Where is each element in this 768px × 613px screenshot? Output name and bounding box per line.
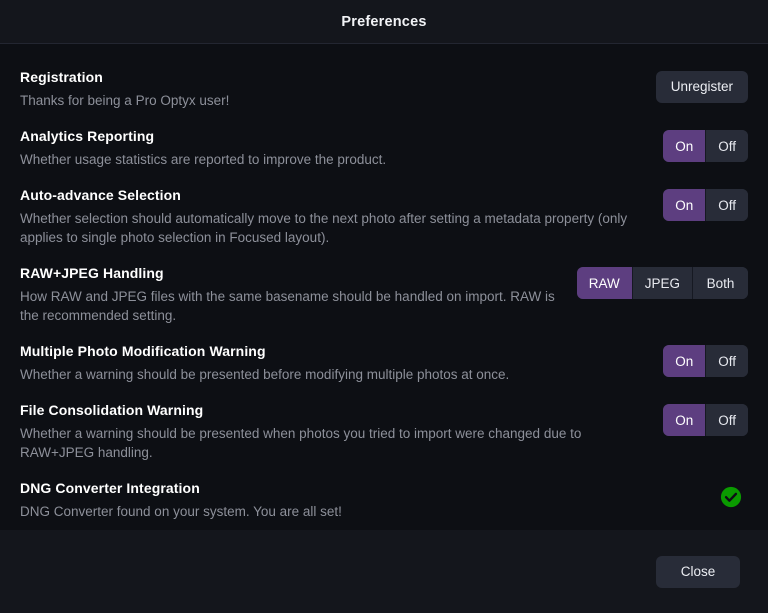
- setting-control: On Off: [663, 128, 748, 162]
- setting-description: How RAW and JPEG files with the same bas…: [20, 289, 555, 323]
- setting-row-file-consolidation-warning: File Consolidation Warning Whether a war…: [20, 393, 748, 471]
- setting-row-raw-jpeg-handling: RAW+JPEG Handling How RAW and JPEG files…: [20, 256, 748, 334]
- setting-text: Auto-advance Selection Whether selection…: [20, 187, 647, 247]
- green-check-circle-icon: [720, 486, 742, 508]
- close-button[interactable]: Close: [656, 555, 740, 588]
- setting-control: On Off: [663, 343, 748, 377]
- preferences-content: Registration Thanks for being a Pro Opty…: [0, 44, 768, 530]
- footer-bar: Close: [0, 530, 768, 613]
- preferences-window: Preferences Registration Thanks for bein…: [0, 0, 768, 613]
- segment-off[interactable]: Off: [706, 404, 748, 436]
- segment-off[interactable]: Off: [706, 189, 748, 221]
- setting-title: Registration: [20, 69, 103, 85]
- setting-row-dng-converter-integration: DNG Converter Integration DNG Converter …: [20, 471, 748, 530]
- settings-list: Registration Thanks for being a Pro Opty…: [20, 60, 748, 530]
- setting-control: On Off: [663, 187, 748, 221]
- auto-advance-selection-toggle[interactable]: On Off: [663, 189, 748, 221]
- segment-on[interactable]: On: [663, 130, 707, 162]
- setting-description: Thanks for being a Pro Optyx user!: [20, 93, 230, 108]
- titlebar: Preferences: [0, 0, 768, 44]
- segment-jpeg[interactable]: JPEG: [632, 267, 693, 299]
- setting-row-registration: Registration Thanks for being a Pro Opty…: [20, 60, 748, 119]
- analytics-reporting-toggle[interactable]: On Off: [663, 130, 748, 162]
- setting-row-auto-advance-selection: Auto-advance Selection Whether selection…: [20, 178, 748, 256]
- raw-jpeg-handling-selector[interactable]: RAW JPEG Both: [576, 267, 748, 299]
- setting-title: RAW+JPEG Handling: [20, 265, 164, 281]
- file-consolidation-warning-toggle[interactable]: On Off: [663, 404, 748, 436]
- setting-text: DNG Converter Integration DNG Converter …: [20, 480, 704, 521]
- segment-on[interactable]: On: [663, 345, 707, 377]
- setting-title: Analytics Reporting: [20, 128, 155, 144]
- setting-title: DNG Converter Integration: [20, 480, 200, 496]
- setting-control: RAW JPEG Both: [576, 265, 748, 299]
- segment-on[interactable]: On: [663, 404, 707, 436]
- setting-description: Whether selection should automatically m…: [20, 211, 628, 245]
- setting-control: [720, 480, 748, 508]
- setting-title: File Consolidation Warning: [20, 402, 204, 418]
- setting-title: Multiple Photo Modification Warning: [20, 343, 266, 359]
- setting-text: RAW+JPEG Handling How RAW and JPEG files…: [20, 265, 561, 325]
- segment-on[interactable]: On: [663, 189, 707, 221]
- setting-description: DNG Converter found on your system. You …: [20, 504, 342, 519]
- setting-text: Multiple Photo Modification Warning Whet…: [20, 343, 647, 384]
- setting-control: On Off: [663, 402, 748, 436]
- setting-text: Registration Thanks for being a Pro Opty…: [20, 69, 640, 110]
- setting-description: Whether usage statistics are reported to…: [20, 152, 387, 167]
- segment-off[interactable]: Off: [706, 345, 748, 377]
- setting-text: File Consolidation Warning Whether a war…: [20, 402, 647, 462]
- segment-off[interactable]: Off: [706, 130, 748, 162]
- segment-raw[interactable]: RAW: [576, 267, 633, 299]
- segment-both[interactable]: Both: [693, 267, 748, 299]
- multiple-photo-modification-warning-toggle[interactable]: On Off: [663, 345, 748, 377]
- setting-description: Whether a warning should be presented wh…: [20, 426, 582, 460]
- setting-row-analytics-reporting: Analytics Reporting Whether usage statis…: [20, 119, 748, 178]
- unregister-button[interactable]: Unregister: [655, 71, 748, 103]
- setting-description: Whether a warning should be presented be…: [20, 367, 510, 382]
- setting-title: Auto-advance Selection: [20, 187, 181, 203]
- setting-text: Analytics Reporting Whether usage statis…: [20, 128, 647, 169]
- setting-row-multiple-photo-modification-warning: Multiple Photo Modification Warning Whet…: [20, 334, 748, 393]
- setting-control: Unregister: [655, 69, 748, 103]
- window-title: Preferences: [341, 13, 427, 30]
